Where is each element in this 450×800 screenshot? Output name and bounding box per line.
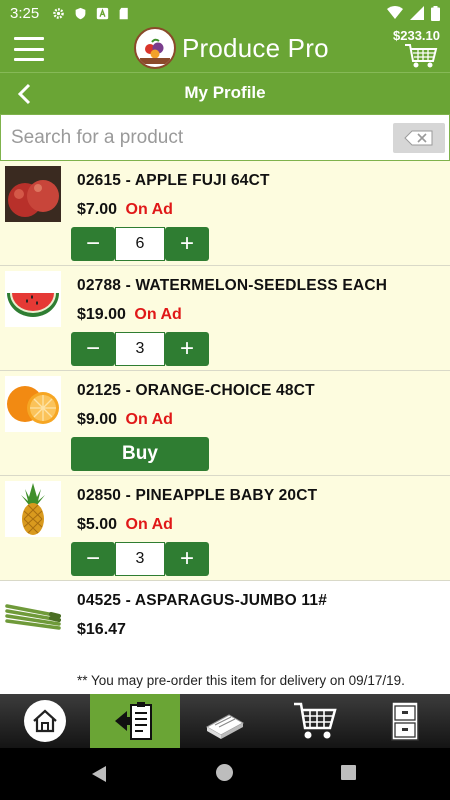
tab-home[interactable] [0,694,90,748]
on-ad-badge: On Ad [125,411,173,428]
cart-total: $233.10 [393,28,440,43]
on-ad-badge: On Ad [134,306,182,323]
nav-home-icon[interactable] [216,764,233,781]
signal-icon [410,6,424,20]
buy-button[interactable]: Buy [71,437,209,471]
product-list: 02615 - APPLE FUJI 64CT $7.00 On Ad − 6 … [0,161,450,694]
quantity-stepper: − 3 + [71,332,209,366]
quantity-field[interactable]: 3 [115,542,165,576]
product-name: 02788 - WATERMELON-SEEDLESS EACH [77,277,388,294]
status-bar: 3:25 [0,0,450,26]
file-cabinet-icon [391,701,419,741]
shopping-cart-icon [294,702,337,739]
system-navigation-bar [0,748,450,800]
decrease-quantity-button[interactable]: − [71,542,115,576]
clear-search-button[interactable] [393,123,445,153]
search-bar [0,114,450,161]
on-ad-badge: On Ad [125,516,173,533]
increase-quantity-button[interactable]: + [165,227,209,261]
app-logo: Produce Pro [134,27,329,69]
product-row[interactable]: 04525 - ASPARAGUS-JUMBO 11# $16.47 ** Yo… [0,581,450,694]
quantity-field[interactable]: 3 [115,332,165,366]
decrease-quantity-button[interactable]: − [71,227,115,261]
price-row: $19.00 On Ad [77,306,182,324]
product-row[interactable]: 02615 - APPLE FUJI 64CT $7.00 On Ad − 6 … [0,161,450,266]
sub-header: My Profile [0,72,450,114]
tab-catalog[interactable] [180,694,270,748]
quantity-field[interactable]: 6 [115,227,165,261]
order-entry-icon [115,702,152,740]
price-row: $7.00 On Ad [77,201,173,219]
quantity-stepper: − 3 + [71,542,209,576]
product-row[interactable]: 02850 - PINEAPPLE BABY 20CT $5.00 On Ad … [0,476,450,581]
price-row: $16.47 [77,621,126,639]
product-name: 04525 - ASPARAGUS-JUMBO 11# [77,592,328,609]
product-price: $19.00 [77,306,126,323]
tab-cart[interactable] [270,694,360,748]
on-ad-badge: On Ad [125,201,173,218]
catalog-icon [205,714,245,739]
bottom-tab-bar [0,694,450,748]
product-name: 02615 - APPLE FUJI 64CT [77,172,270,189]
preorder-note: ** You may pre-order this item for deliv… [77,673,405,688]
hamburger-menu-icon[interactable] [14,37,44,61]
product-row[interactable]: 02125 - ORANGE-CHOICE 48CT $9.00 On Ad B… [0,371,450,476]
product-price: $7.00 [77,201,118,218]
wifi-icon [387,6,403,19]
price-row: $5.00 On Ad [77,516,173,534]
asparagus-icon [5,586,61,642]
tab-files[interactable] [360,694,450,748]
home-icon [24,700,66,742]
orange-icon [5,376,61,432]
app-bar: Produce Pro $233.10 [0,26,450,72]
product-price: $9.00 [77,411,118,428]
battery-icon [431,5,440,21]
increase-quantity-button[interactable]: + [165,542,209,576]
increase-quantity-button[interactable]: + [165,332,209,366]
backspace-icon [404,130,433,146]
sd-card-icon [119,7,128,19]
tab-order-entry[interactable] [90,694,180,748]
nav-back-icon[interactable] [91,765,107,783]
product-price: $16.47 [77,621,126,638]
shield-icon [75,7,86,19]
pineapple-icon [5,481,61,537]
cart-icon[interactable] [404,43,438,69]
app-letter-icon [97,7,109,19]
search-input[interactable] [1,115,391,160]
product-name: 02125 - ORANGE-CHOICE 48CT [77,382,315,399]
product-name: 02850 - PINEAPPLE BABY 20CT [77,487,318,504]
watermelon-icon [5,271,61,327]
settings-gear-icon [53,7,64,19]
page-title: My Profile [184,83,266,102]
product-row[interactable]: 02788 - WATERMELON-SEEDLESS EACH $19.00 … [0,266,450,371]
product-price: $5.00 [77,516,118,533]
status-time: 3:25 [10,4,40,22]
price-row: $9.00 On Ad [77,411,173,429]
quantity-stepper: − 6 + [71,227,209,261]
app-title: Produce Pro [182,32,329,63]
nav-recents-icon[interactable] [341,765,356,780]
produce-pro-badge-icon [134,27,176,69]
decrease-quantity-button[interactable]: − [71,332,115,366]
apple-icon [5,166,61,222]
